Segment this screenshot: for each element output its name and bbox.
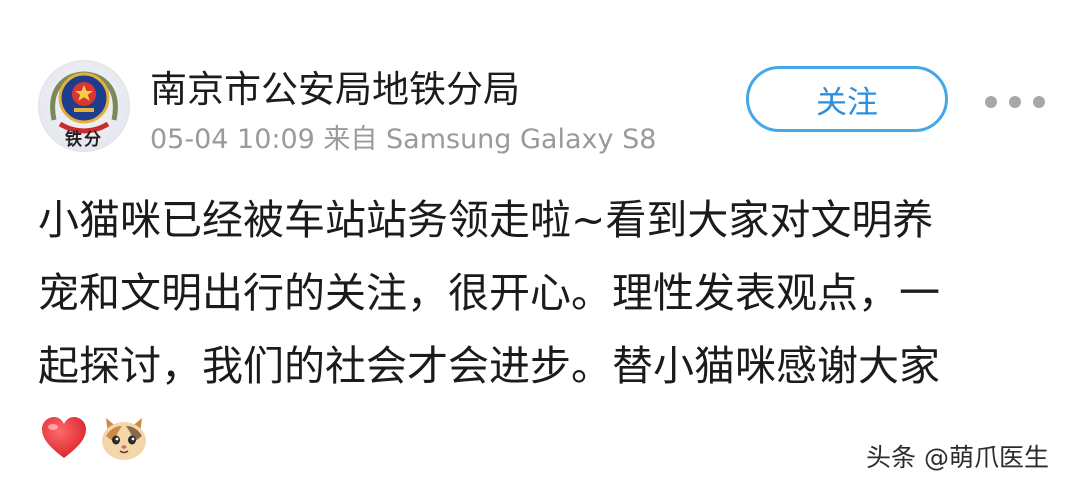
dot-icon — [985, 96, 997, 108]
dot-icon — [1033, 96, 1045, 108]
avatar-caption: 铁分 — [65, 130, 103, 150]
post-content: 小猫咪已经被车站站务领走啦~看到大家对文明养 宠和文明出行的关注，很开心。理性发… — [38, 184, 1048, 403]
post-line: 宠和文明出行的关注，很开心。理性发表观点，一 — [38, 269, 940, 317]
avatar[interactable]: 铁分 — [38, 60, 130, 152]
dot-icon — [1009, 96, 1021, 108]
post-meta: 05-04 10:09 来自 Samsung Galaxy S8 — [150, 124, 657, 155]
post-line: 小猫咪已经被车站站务领走啦~看到大家对文明养 — [38, 196, 934, 244]
more-options-icon[interactable] — [985, 96, 1045, 108]
cat-face-emoji-icon — [102, 418, 146, 460]
post-line: 起探讨，我们的社会才会进步。替小猫咪感谢大家 — [38, 342, 940, 390]
emoji-row — [38, 412, 150, 464]
follow-button[interactable]: 关注 — [746, 66, 948, 132]
heart-emoji-icon — [42, 417, 86, 458]
watermark: 头条 @萌爪医生 — [866, 443, 1049, 472]
account-name[interactable]: 南京市公安局地铁分局 — [150, 66, 520, 114]
